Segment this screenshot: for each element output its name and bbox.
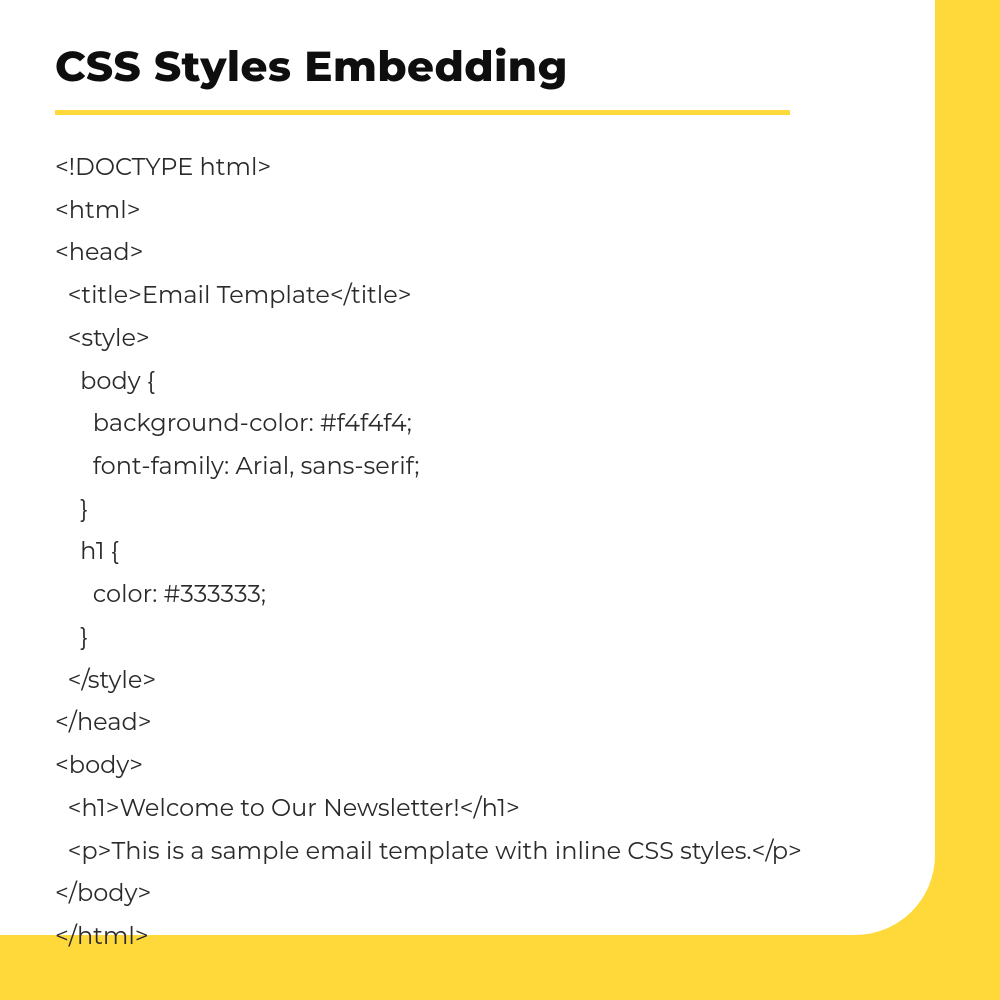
title-underline: [55, 110, 790, 115]
page-title: CSS Styles Embedding: [55, 40, 880, 92]
content-container: CSS Styles Embedding <!DOCTYPE html> <ht…: [0, 0, 935, 999]
code-block: <!DOCTYPE html> <html> <head> <title>Ema…: [55, 147, 880, 959]
